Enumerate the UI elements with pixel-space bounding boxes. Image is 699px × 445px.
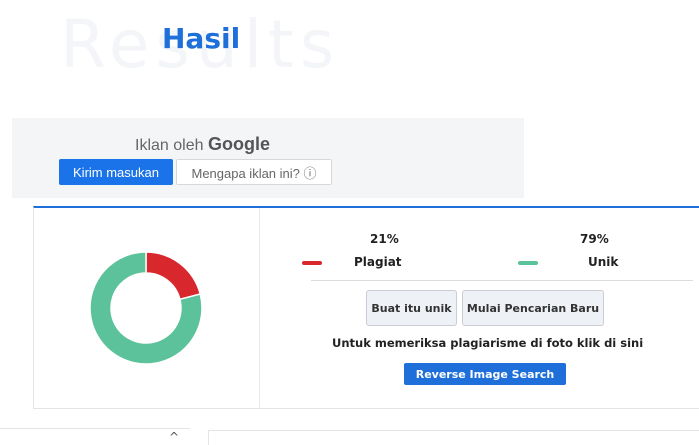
unique-percent: 79%	[580, 232, 609, 246]
result-card: 21% Plagiat 79% Unik Buat itu unik Mulai…	[33, 206, 699, 409]
bottom-left-panel	[0, 428, 190, 443]
unique-swatch	[518, 261, 538, 265]
google-logo-text: Google	[207, 134, 270, 154]
donut-chart	[90, 252, 202, 364]
unique-label: Unik	[588, 255, 619, 269]
reverse-image-search-button[interactable]: Reverse Image Search	[404, 363, 566, 385]
ad-label-prefix: Iklan oleh	[135, 137, 204, 154]
page-title: Hasil	[162, 22, 241, 55]
plagiarism-percent: 21%	[370, 232, 399, 246]
why-this-ad-button[interactable]: Mengapa iklan ini? ⓘ	[176, 159, 332, 185]
donut-slice-plagiat	[145, 252, 202, 301]
ad-panel: Iklan oleh Google Kirim masukan Mengapa …	[12, 118, 524, 198]
send-feedback-button[interactable]: Kirim masukan	[59, 159, 173, 185]
new-search-button[interactable]: Mulai Pencarian Baru	[462, 290, 604, 326]
make-unique-button[interactable]: Buat itu unik	[366, 290, 457, 326]
stats-divider	[311, 280, 693, 281]
ad-label: Iklan oleh Google	[135, 134, 270, 155]
plagiarism-swatch	[302, 261, 322, 265]
image-check-hint: Untuk memeriksa plagiarisme di foto klik…	[332, 336, 644, 350]
card-divider	[259, 208, 260, 408]
bottom-right-panel	[208, 430, 699, 445]
plagiarism-label: Plagiat	[354, 255, 402, 269]
